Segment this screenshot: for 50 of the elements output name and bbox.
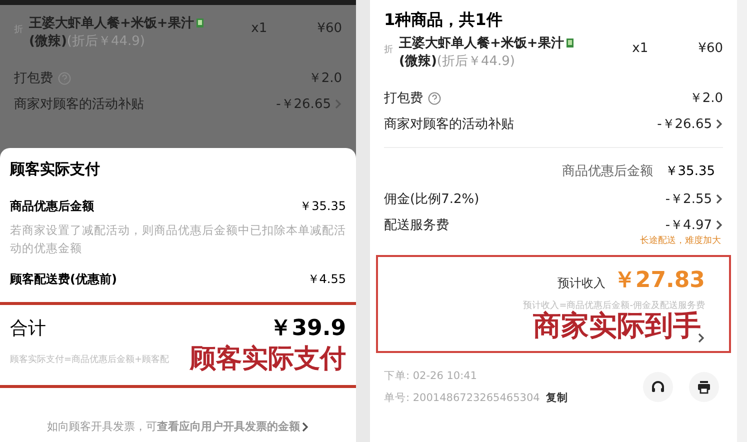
chevron-icon[interactable] <box>302 422 309 432</box>
drink-icon <box>566 38 574 48</box>
chevron-icon[interactable] <box>716 119 723 129</box>
headset-button[interactable] <box>643 372 673 402</box>
delivery-note: 长途配送，难度加大 <box>639 234 722 247</box>
order-time: 下单: 02-26 10:41 <box>384 369 478 383</box>
row-label: 顾客配送费(优惠前) <box>10 271 117 288</box>
order-heading: 1种商品，共1件 <box>383 9 504 31</box>
fee-amount: -￥26.65 <box>276 96 331 113</box>
order-number: 单号: 2001486723265465304 <box>384 391 540 405</box>
item-price: ¥60 <box>317 21 342 36</box>
fee-label: 商家对顾客的活动补贴 <box>384 116 514 133</box>
print-button[interactable] <box>689 372 719 402</box>
item-quantity: x1 <box>251 21 268 36</box>
copy-button[interactable]: 复制 <box>540 391 568 405</box>
fee-label: 商家对顾客的活动补贴 <box>14 96 144 113</box>
printer-icon <box>697 380 711 394</box>
income-amount: ￥27.83 <box>613 267 705 295</box>
subtotal-label: 商品优惠后金额 <box>562 163 653 180</box>
annotation-text: 商家实际到手 <box>533 309 701 344</box>
deduction-label: 配送服务费 <box>384 217 449 234</box>
help-icon[interactable] <box>428 92 441 104</box>
fee-amount: ￥2.0 <box>308 70 342 87</box>
deduction-label: 佣金(比例7.2%) <box>384 191 480 208</box>
chevron-icon[interactable] <box>716 194 723 204</box>
fee-label: 打包费 <box>384 90 423 107</box>
discount-tag: 折 <box>384 43 393 56</box>
total-amount: ￥39.9 <box>270 315 346 343</box>
formula-text: 预计收入=商品优惠后金额-佣金及配送服务费 <box>523 300 705 311</box>
total-label: 合计 <box>10 317 46 340</box>
fee-amount: -￥26.65 <box>657 116 712 133</box>
item-quantity: x1 <box>632 41 650 56</box>
fee-amount: ￥2.0 <box>689 90 723 107</box>
fee-label: 打包费 <box>14 70 53 87</box>
row-amount: ￥4.55 <box>307 271 346 288</box>
subtotal-amount: ￥35.35 <box>664 163 715 180</box>
deduction-amount: -￥4.97 <box>665 217 712 234</box>
formula-text: 顾客实际支付=商品优惠后金额+顾客配 <box>10 354 170 366</box>
item-name: 王婆大虾单人餐+米饭+果汁 (微辣)(折后￥44.9) <box>399 35 626 71</box>
chevron-icon[interactable] <box>716 220 723 230</box>
annotation-text: 顾客实际支付 <box>190 343 346 376</box>
sheet-title: 顾客实际支付 <box>8 159 101 180</box>
drink-icon <box>196 18 204 28</box>
income-label: 预计收入 <box>557 275 606 292</box>
row-label: 商品优惠后金额 <box>10 198 94 215</box>
headset-icon <box>651 380 665 394</box>
row-amount: ￥35.35 <box>300 198 346 215</box>
row-note: 若商家设置了减配活动，则商品优惠后金额中已扣除本单减配活动的优惠金额 <box>9 222 347 257</box>
item-price: ¥60 <box>698 41 723 56</box>
deduction-amount: -￥2.55 <box>665 191 712 208</box>
